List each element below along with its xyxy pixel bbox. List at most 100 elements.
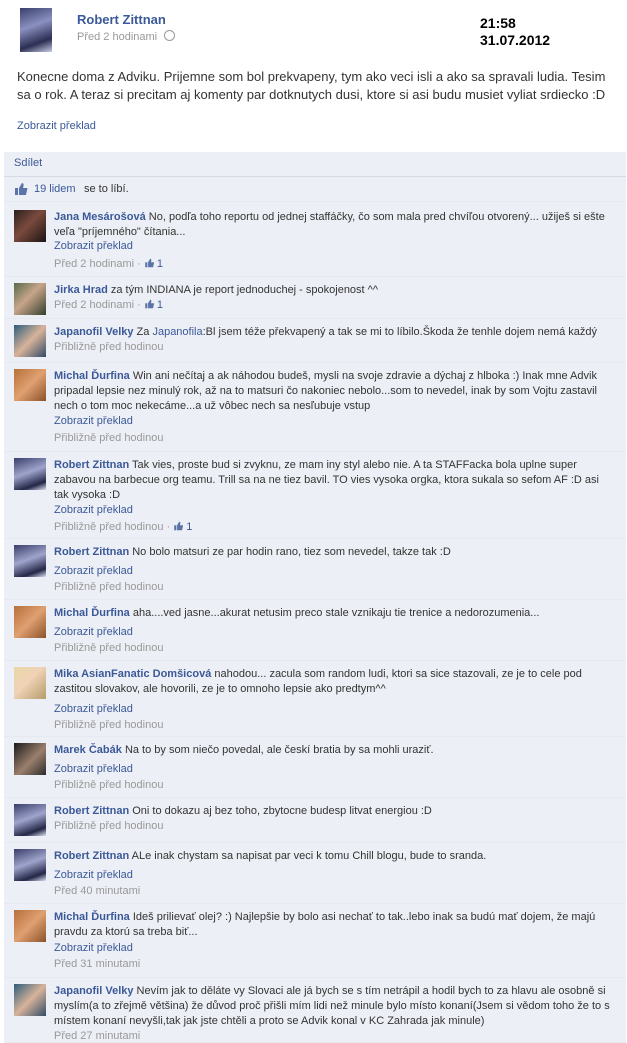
comment-time[interactable]: Před 40 minutami xyxy=(54,885,140,897)
commenter-avatar[interactable] xyxy=(14,458,46,490)
comment-text: Michal Ďurfina aha....ved jasne...akurat… xyxy=(54,606,616,621)
comment-text-prefix: Za xyxy=(136,326,153,338)
comment-translate-link[interactable]: Zobrazit překlad xyxy=(54,703,133,715)
author-avatar[interactable] xyxy=(20,8,52,52)
comment-meta: Před 27 minutami xyxy=(54,1030,140,1042)
commenter-name[interactable]: Jirka Hrad xyxy=(54,284,108,296)
comment-time[interactable]: Před 2 hodinami xyxy=(54,258,134,270)
comment-time[interactable]: Přibližně před hodinou xyxy=(54,521,163,533)
thumbs-up-icon[interactable] xyxy=(144,299,155,309)
comment-body: :Bl jsem téže překvapený a tak se mi to … xyxy=(202,326,597,338)
thumbs-up-icon[interactable] xyxy=(144,258,155,268)
clock-date: 31.07.2012 xyxy=(480,32,551,48)
commenter-avatar[interactable] xyxy=(14,545,46,577)
comment-meta: Přibližně před hodinou xyxy=(54,820,163,832)
comment-time[interactable]: Přibližně před hodinou xyxy=(54,432,163,444)
comment-item: Michal Ďurfina Win ani nečítaj a ak náho… xyxy=(4,363,626,452)
comment-meta: Přibližně před hodinou xyxy=(54,432,163,444)
comment-like-count[interactable]: 1 xyxy=(186,521,192,533)
commenter-name[interactable]: Japanofil Velky xyxy=(54,326,133,338)
comment-text: Robert Zittnan Oni to dokazu aj bez toho… xyxy=(54,804,616,819)
comment-translate-link[interactable]: Zobrazit překlad xyxy=(54,626,133,638)
comment-body: Win ani nečítaj a ak náhodou budeš, mysl… xyxy=(54,370,597,412)
comment-time[interactable]: Před 2 hodinami xyxy=(54,299,134,311)
commenter-avatar[interactable] xyxy=(14,804,46,836)
commenter-name[interactable]: Jana Mesárošová xyxy=(54,211,146,223)
globe-icon xyxy=(164,30,176,41)
commenter-name[interactable]: Michal Ďurfina xyxy=(54,607,130,619)
commenter-avatar[interactable] xyxy=(14,283,46,315)
likes-text: se to líbí. xyxy=(84,183,129,195)
commenter-avatar[interactable] xyxy=(14,984,46,1016)
post-translate-link[interactable]: Zobrazit překlad xyxy=(17,120,96,132)
commenter-avatar[interactable] xyxy=(14,325,46,357)
comment-translate-link[interactable]: Zobrazit překlad xyxy=(54,565,133,577)
commenter-avatar[interactable] xyxy=(14,667,46,699)
commenter-avatar[interactable] xyxy=(14,743,46,775)
comment-translate-link[interactable]: Zobrazit překlad xyxy=(54,942,133,954)
comment-text: Mika AsianFanatic Domšicová nahodou... z… xyxy=(54,667,616,697)
commenter-avatar[interactable] xyxy=(14,369,46,401)
comment-body: No bolo matsuri ze par hodin rano, tiez … xyxy=(132,546,451,558)
mention-link[interactable]: Japanofila xyxy=(152,326,202,338)
comment-body: aha....ved jasne...akurat netusim preco … xyxy=(132,607,540,619)
comment-text: Jirka Hrad za tým INDIANA je report jedn… xyxy=(54,283,616,298)
comment-translate-link[interactable]: Zobrazit překlad xyxy=(54,763,133,775)
commenter-name[interactable]: Michal Ďurfina xyxy=(54,911,130,923)
post-body: Konecne doma z Adviku. Prijemne som bol … xyxy=(17,69,606,102)
comment-translate-link[interactable]: Zobrazit překlad xyxy=(54,240,133,252)
comment-time[interactable]: Před 31 minutami xyxy=(54,958,140,970)
comment-meta: Přibližně před hodinou xyxy=(54,642,163,654)
comment-time[interactable]: Přibližně před hodinou xyxy=(54,642,163,654)
commenter-avatar[interactable] xyxy=(14,606,46,638)
comment-translate-link[interactable]: Zobrazit překlad xyxy=(54,869,133,881)
commenter-name[interactable]: Robert Zittnan xyxy=(54,850,129,862)
comment-time[interactable]: Před 27 minutami xyxy=(54,1030,140,1042)
commenter-name[interactable]: Japanofil Velky xyxy=(54,985,133,997)
comment-body: Tak vies, proste bud si zvyknu, ze mam i… xyxy=(54,459,599,501)
comment-meta: Přibližně před hodinou xyxy=(54,581,163,593)
comment-translate-link[interactable]: Zobrazit překlad xyxy=(54,415,133,427)
commenter-name[interactable]: Michal Ďurfina xyxy=(54,370,130,382)
post-time[interactable]: Před 2 hodinami xyxy=(77,31,157,43)
comment-item: Michal Ďurfina Ideš prilievať olej? :) N… xyxy=(4,904,626,978)
post-author-name[interactable]: Robert Zittnan xyxy=(77,12,166,27)
comment-like-count[interactable]: 1 xyxy=(157,258,163,270)
comment-text: Robert Zittnan ALe inak chystam sa napis… xyxy=(54,849,616,864)
commenter-name[interactable]: Robert Zittnan xyxy=(54,546,129,558)
comment-time[interactable]: Přibližně před hodinou xyxy=(54,820,163,832)
thumbs-up-icon[interactable] xyxy=(173,521,184,531)
clock-time: 21:58 xyxy=(480,15,516,31)
comment-item: Japanofil Velky Nevím jak to děláte vy S… xyxy=(4,978,626,1043)
thumbs-up-icon xyxy=(15,183,28,195)
comment-meta: Před 40 minutami xyxy=(54,885,140,897)
comment-like-count[interactable]: 1 xyxy=(157,299,163,311)
commenter-name[interactable]: Robert Zittnan xyxy=(54,805,129,817)
comment-item: Robert Zittnan No bolo matsuri ze par ho… xyxy=(4,539,626,600)
comment-item: Jirka Hrad za tým INDIANA je report jedn… xyxy=(4,277,626,319)
commenter-name[interactable]: Marek Čabák xyxy=(54,744,122,756)
comment-text: Robert Zittnan No bolo matsuri ze par ho… xyxy=(54,545,616,560)
commenter-avatar[interactable] xyxy=(14,910,46,942)
comment-item: Japanofil Velky Za Japanofila:Bl jsem té… xyxy=(4,319,626,363)
comment-item: Marek Čabák Na to by som niečo povedal, … xyxy=(4,737,626,798)
comment-meta: Před 2 hodinami · 1 xyxy=(54,258,164,270)
comment-item: Michal Ďurfina aha....ved jasne...akurat… xyxy=(4,600,626,661)
comment-body: Oni to dokazu aj bez toho, zbytocne bude… xyxy=(132,805,432,817)
commenter-name[interactable]: Robert Zittnan xyxy=(54,459,129,471)
commenter-name[interactable]: Mika AsianFanatic Domšicová xyxy=(54,668,211,680)
comment-time[interactable]: Přibližně před hodinou xyxy=(54,779,163,791)
share-link[interactable]: Sdílet xyxy=(14,157,42,169)
comment-time[interactable]: Přibližně před hodinou xyxy=(54,581,163,593)
comment-text: Japanofil Velky Za Japanofila:Bl jsem té… xyxy=(54,325,616,340)
comment-translate-link[interactable]: Zobrazit překlad xyxy=(54,504,133,516)
post-timestamp: Před 2 hodinami xyxy=(77,30,176,43)
comment-time[interactable]: Přibližně před hodinou xyxy=(54,341,163,353)
comment-meta: Před 31 minutami xyxy=(54,958,140,970)
comment-item: Robert Zittnan Oni to dokazu aj bez toho… xyxy=(4,798,626,843)
comment-text: Michal Ďurfina Ideš prilievať olej? :) N… xyxy=(54,910,616,940)
comment-time[interactable]: Přibližně před hodinou xyxy=(54,719,163,731)
commenter-avatar[interactable] xyxy=(14,849,46,881)
commenter-avatar[interactable] xyxy=(14,210,46,242)
likes-count-link[interactable]: 19 lidem xyxy=(34,183,76,195)
